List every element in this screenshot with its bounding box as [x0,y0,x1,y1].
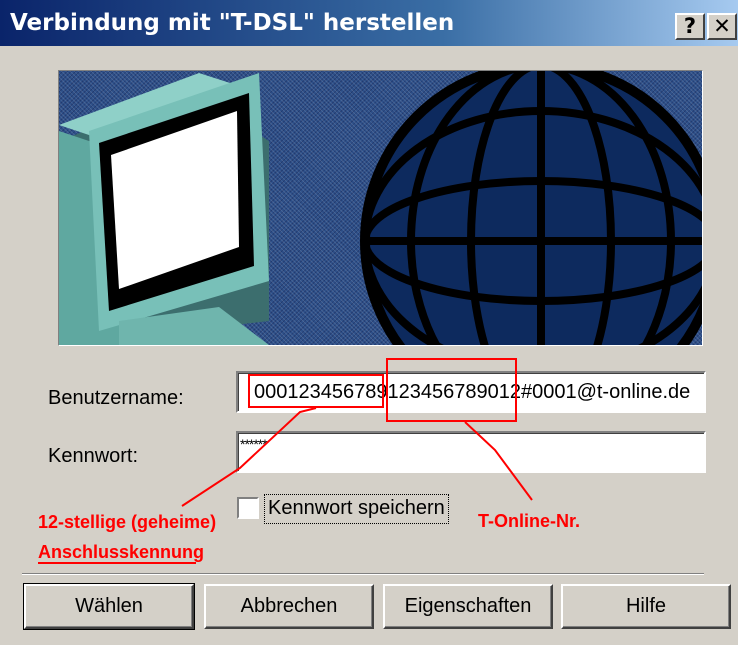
username-label-text: Benutzername: [48,387,184,409]
properties-button[interactable]: Eigenschaften [383,584,553,629]
annotation-box-tonline-number [386,358,517,422]
close-button[interactable]: ✕ [707,13,737,40]
cancel-button[interactable]: Abbrechen [204,584,374,629]
username-label: Benutzername: [48,385,184,411]
dial-button[interactable]: Wählen [23,583,195,630]
save-password-checkbox[interactable] [237,497,259,519]
dial-button-label: Wählen [75,595,143,617]
save-password-label[interactable]: Kennwort speichern [264,494,449,524]
window-title: Verbindung mit "T-DSL" herstellen [10,10,455,36]
help-dialog-button[interactable]: Hilfe [561,584,731,629]
dialog-window: Verbindung mit "T-DSL" herstellen ? ✕ Be… [0,0,738,645]
separator [22,573,704,575]
annotation-left-line1: 12-stellige (geheime) [38,512,217,532]
help-button[interactable]: ? [675,13,705,40]
cancel-button-label: Abbrechen [240,595,338,617]
close-icon: ✕ [713,14,731,38]
computer-globe-illustration [59,71,702,345]
help-button-label: Hilfe [625,595,666,617]
password-field[interactable]: ****** [236,431,706,473]
annotation-left-line2: Anschlusskennung [38,542,205,562]
help-icon: ? [683,14,697,38]
properties-button-label: Eigenschaften [404,595,532,617]
password-label: Kennwort: [48,443,138,469]
annotation-box-access-id [248,374,384,408]
banner-image [58,70,703,346]
password-label-text: Kennwort: [48,445,139,467]
annotation-right: T-Online-Nr. [478,511,581,531]
title-bar[interactable]: Verbindung mit "T-DSL" herstellen ? ✕ [0,0,738,46]
